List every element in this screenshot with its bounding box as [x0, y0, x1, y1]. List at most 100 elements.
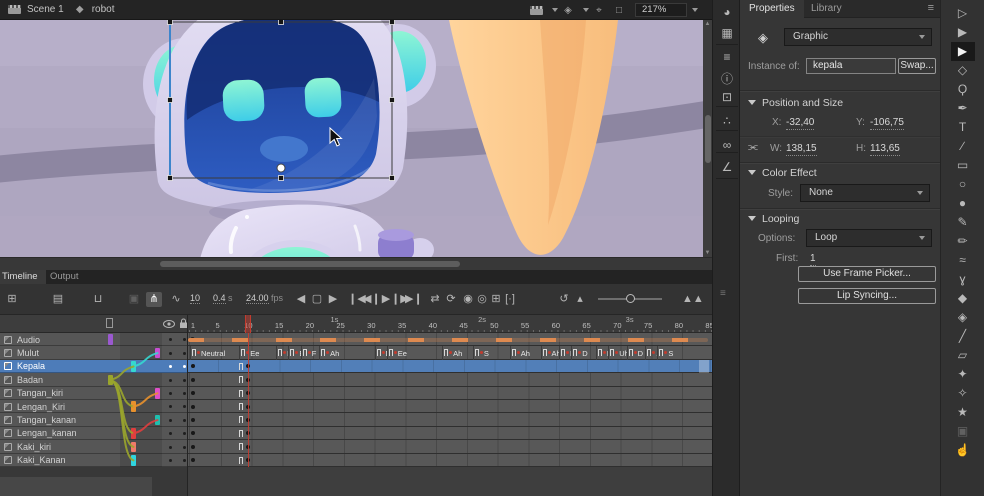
new-folder-button[interactable]: ▤: [50, 292, 66, 307]
breadcrumb-scene[interactable]: Scene 1: [27, 4, 64, 15]
timeline-zoom-out-button[interactable]: ▴: [572, 292, 588, 307]
viseme-segment[interactable]: Uh: [608, 346, 626, 359]
parent-link-bar[interactable]: [131, 442, 136, 453]
swap-button[interactable]: Swap...: [898, 58, 936, 74]
tab-output[interactable]: Output: [42, 270, 87, 284]
frame-track-badan[interactable]: [188, 373, 712, 386]
prev-keyframe-button[interactable]: ◀❙: [363, 292, 379, 307]
layer-row-lengan_kanan[interactable]: Lengan_kanan: [0, 427, 188, 440]
layer-lock-dot[interactable]: [183, 379, 186, 382]
pen-tool[interactable]: ✒: [951, 99, 975, 118]
elapsed-time-value[interactable]: 0.4 s: [213, 293, 233, 303]
layer-visibility-dot[interactable]: [169, 392, 172, 395]
brushes-panel-icon[interactable]: ∴: [713, 114, 741, 128]
camera-button[interactable]: ▣: [126, 292, 142, 307]
layer-lock-dot[interactable]: [183, 392, 186, 395]
classic-brush-tool[interactable]: ✏: [951, 232, 975, 251]
viseme-segment[interactable]: D: [571, 346, 596, 359]
viseme-segment[interactable]: S: [473, 346, 510, 359]
layer-row-tangan_kanan[interactable]: Tangan_kanan: [0, 413, 188, 426]
color-panel-icon[interactable]: ◕: [713, 5, 741, 19]
parent-link-bar[interactable]: [131, 361, 136, 372]
frame-track-kaki_kanan[interactable]: [188, 454, 712, 467]
frame-track-tangan_kiri[interactable]: [188, 387, 712, 400]
new-layer-button[interactable]: ⊞: [4, 292, 20, 307]
lip-syncing-button[interactable]: Lip Syncing...: [798, 288, 936, 304]
layer-row-lengan_kiri[interactable]: Lengan_Kiri: [0, 400, 188, 413]
timeline-zoom-slider-knob[interactable]: [626, 294, 635, 303]
parent-view-button[interactable]: ⋔: [146, 292, 162, 307]
viseme-segment[interactable]: Ah: [442, 346, 473, 359]
playhead-marker[interactable]: [245, 315, 251, 333]
clip-content-button[interactable]: □: [612, 5, 626, 16]
frame-track-kepala[interactable]: [188, 360, 712, 373]
viseme-segment[interactable]: F: [301, 346, 319, 359]
w-value[interactable]: 138,15: [786, 143, 817, 156]
layer-visibility-dot[interactable]: [169, 419, 172, 422]
swatches-panel-icon[interactable]: ▦: [713, 26, 741, 40]
viseme-segment[interactable]: Ee: [239, 346, 276, 359]
use-frame-picker-button[interactable]: Use Frame Picker...: [798, 266, 936, 282]
edit-symbols-button[interactable]: ◈: [561, 5, 575, 16]
camera-tool[interactable]: ▣: [951, 422, 975, 441]
lock-column-icon[interactable]: [179, 318, 188, 329]
x-value[interactable]: -32,40: [786, 117, 814, 130]
layer-visibility-dot[interactable]: [169, 459, 172, 462]
layer-row-badan[interactable]: Badan: [0, 373, 188, 386]
parent-link-bar[interactable]: [155, 388, 160, 399]
viseme-segment[interactable]: S: [657, 346, 712, 359]
tab-properties[interactable]: Properties: [740, 0, 804, 18]
motion-editor-icon[interactable]: ∠: [713, 160, 741, 174]
viseme-segment[interactable]: E: [288, 346, 300, 359]
h-value[interactable]: 113,65: [870, 143, 900, 156]
onion-range-button[interactable]: [·]: [502, 292, 518, 307]
style-select[interactable]: None: [800, 184, 930, 202]
free-transform-tool[interactable]: ▶: [951, 42, 975, 61]
layer-visibility-dot[interactable]: [169, 432, 172, 435]
frame-track-tangan_kanan[interactable]: [188, 413, 712, 426]
timeline-zoom-in-button[interactable]: ▲▲: [682, 292, 698, 307]
reset-timeline-zoom-button[interactable]: ↺: [556, 292, 572, 307]
viseme-segment[interactable]: Ee: [387, 346, 442, 359]
delete-layer-button[interactable]: ⊔: [90, 292, 106, 307]
selection-tool[interactable]: ▷: [951, 4, 975, 23]
loop-range-button[interactable]: ⇄: [427, 292, 443, 307]
paint-bucket-tool[interactable]: ◆: [951, 289, 975, 308]
frame-track-lengan_kiri[interactable]: [188, 400, 712, 413]
timeline-zoom-slider[interactable]: [598, 298, 662, 300]
layer-row-kepala[interactable]: Kepala: [0, 360, 188, 373]
transform-panel-icon[interactable]: ⊡: [713, 90, 741, 104]
layer-lock-dot[interactable]: [183, 365, 186, 368]
layer-visibility-dot[interactable]: [169, 365, 172, 368]
viseme-segment[interactable]: Neutral: [190, 346, 239, 359]
pin-tool[interactable]: ★: [951, 403, 975, 422]
eraser-tool[interactable]: ▱: [951, 346, 975, 365]
primitive-oval-tool[interactable]: ●: [951, 194, 975, 213]
lasso-tool[interactable]: Ϙ: [951, 80, 975, 99]
viseme-segment[interactable]: D: [627, 346, 645, 359]
layer-visibility-dot[interactable]: [169, 379, 172, 382]
layer-lock-dot[interactable]: [183, 446, 186, 449]
info-panel-icon[interactable]: ⓘ: [713, 70, 741, 87]
y-value[interactable]: -106,75: [870, 117, 904, 130]
layer-visibility-dot[interactable]: [169, 352, 172, 355]
viseme-segment[interactable]: L: [596, 346, 608, 359]
looping-section-header[interactable]: Looping: [748, 213, 799, 225]
subselection-tool[interactable]: ▶: [951, 23, 975, 42]
timeline-frames-area[interactable]: 1s2s3s1510152025303540455055606570758085…: [188, 315, 712, 496]
layer-visibility-dot[interactable]: [169, 446, 172, 449]
fluid-brush-tool[interactable]: ≈: [951, 251, 975, 270]
stop-button[interactable]: ▢: [309, 292, 325, 307]
viseme-segment[interactable]: M: [559, 346, 571, 359]
viseme-segment[interactable]: Ah: [319, 346, 374, 359]
layer-lock-dot[interactable]: [183, 405, 186, 408]
layer-visibility-dot[interactable]: [169, 405, 172, 408]
layer-row-kaki_kanan[interactable]: Kaki_Kanan: [0, 454, 188, 467]
rectangle-tool[interactable]: ▭: [951, 156, 975, 175]
bone-tool[interactable]: ɣ: [951, 270, 975, 289]
eyedropper-tool[interactable]: ╱: [951, 327, 975, 346]
layer-lock-dot[interactable]: [183, 419, 186, 422]
pencil-tool[interactable]: ✎: [951, 213, 975, 232]
parent-link-bar[interactable]: [155, 415, 160, 426]
viseme-segment[interactable]: D: [276, 346, 288, 359]
